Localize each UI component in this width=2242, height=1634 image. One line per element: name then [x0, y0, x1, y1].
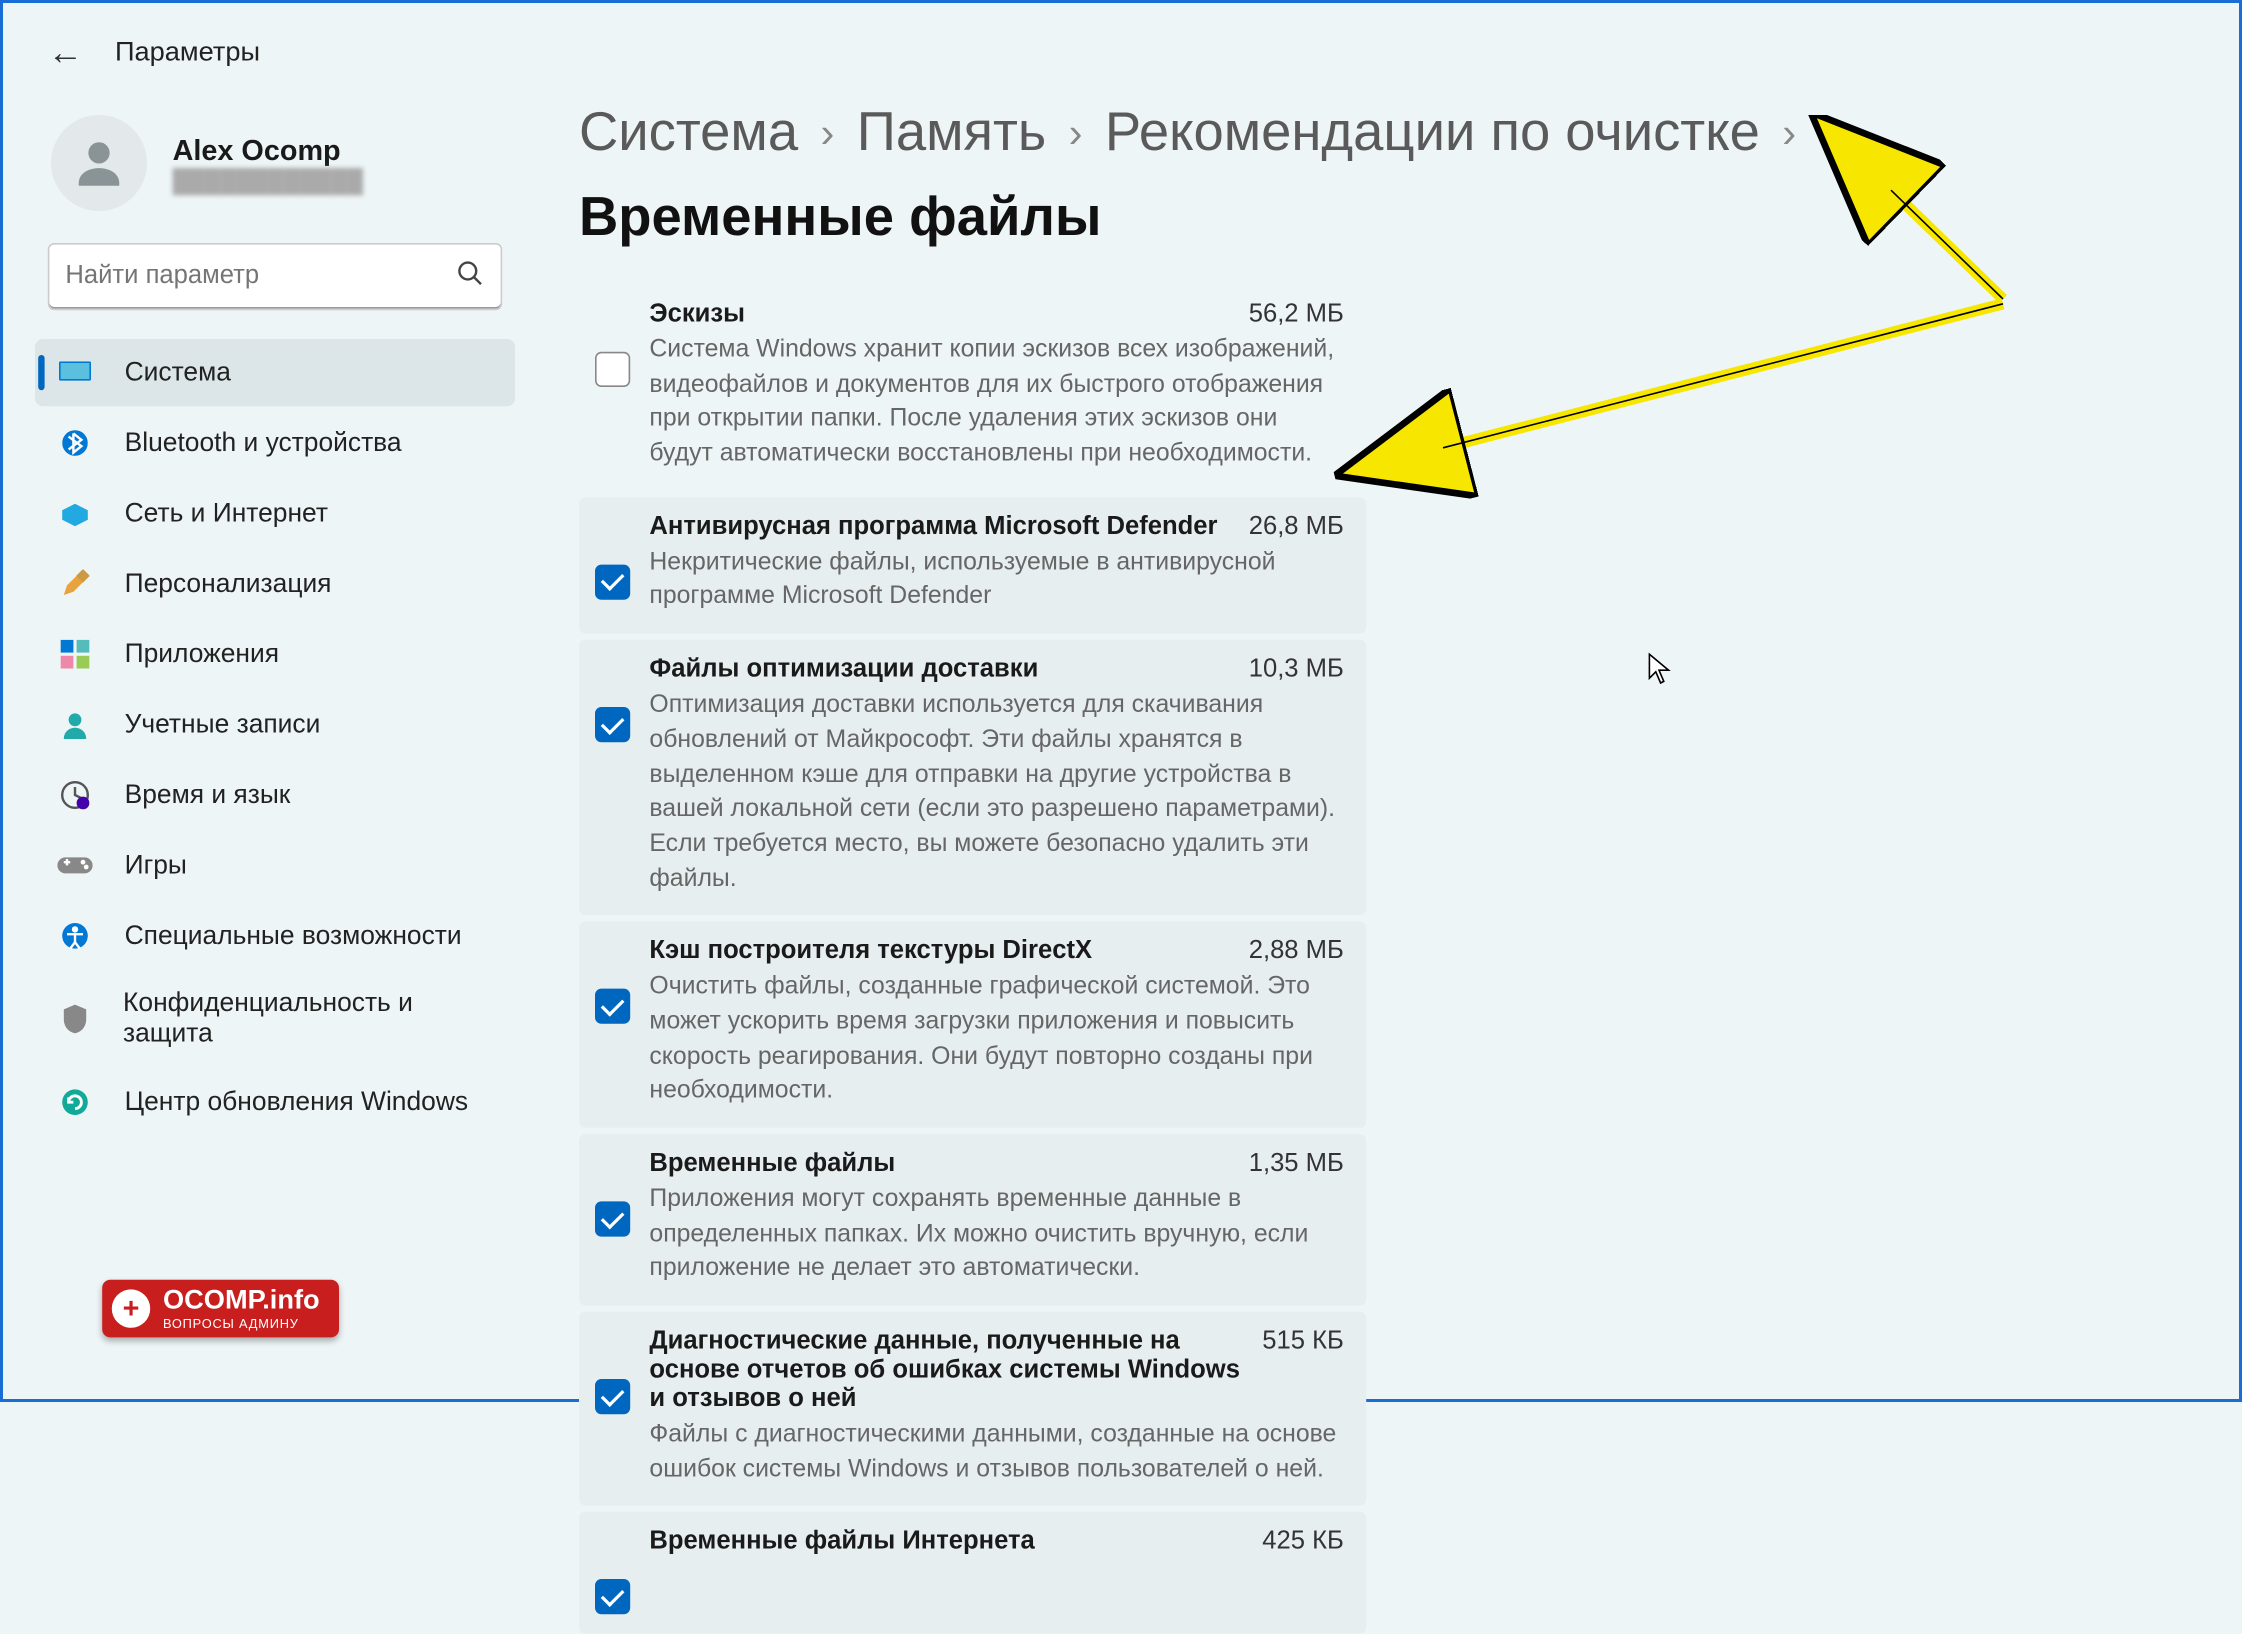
cleanup-item: Антивирусная программа Microsoft Defende…	[579, 497, 1366, 634]
profile-block[interactable]: Alex Ocomp ████████████	[35, 102, 515, 243]
accounts-icon	[57, 707, 92, 742]
sidebar-item-label: Bluetooth и устройства	[125, 428, 402, 458]
item-title: Кэш построителя текстуры DirectX	[649, 938, 1092, 967]
item-description: Очистить файлы, созданные графической си…	[649, 970, 1343, 1109]
sidebar-item-label: Центр обновления Windows	[125, 1087, 469, 1117]
checkbox[interactable]	[595, 1201, 630, 1236]
accessibility-icon	[57, 918, 92, 953]
checkbox[interactable]	[595, 564, 630, 599]
checkbox[interactable]	[595, 707, 630, 742]
bluetooth-icon	[57, 425, 92, 460]
system-icon	[57, 355, 92, 390]
checkbox[interactable]	[595, 989, 630, 1024]
update-icon	[57, 1085, 92, 1120]
breadcrumb: Система › Память › Рекомендации по очист…	[579, 102, 2197, 249]
item-size: 56,2 МБ	[1249, 301, 1344, 330]
plus-icon: +	[112, 1290, 150, 1328]
sidebar-item-personalization[interactable]: Персонализация	[35, 550, 515, 617]
item-size: 515 КБ	[1262, 1328, 1344, 1357]
gaming-icon	[57, 848, 92, 883]
sidebar-item-label: Сеть и Интернет	[125, 498, 328, 528]
network-icon	[57, 496, 92, 531]
crumb-storage[interactable]: Память	[857, 102, 1046, 164]
item-description: Некритические файлы, используемые в анти…	[649, 545, 1343, 614]
privacy-icon	[57, 1001, 91, 1036]
sidebar-item-time[interactable]: Время и язык	[35, 761, 515, 828]
search-icon	[456, 258, 485, 295]
crumb-cleanup[interactable]: Рекомендации по очистке	[1105, 102, 1760, 164]
sidebar-item-label: Время и язык	[125, 780, 291, 810]
sidebar-item-label: Персонализация	[125, 569, 332, 599]
crumb-system[interactable]: Система	[579, 102, 798, 164]
sidebar-item-apps[interactable]: Приложения	[35, 621, 515, 688]
item-size: 26,8 МБ	[1249, 513, 1344, 542]
item-title: Файлы оптимизации доставки	[649, 656, 1038, 685]
item-title: Антивирусная программа Microsoft Defende…	[649, 513, 1217, 542]
sidebar-item-accessibility[interactable]: Специальные возможности	[35, 902, 515, 969]
sidebar-item-gaming[interactable]: Игры	[35, 832, 515, 899]
sidebar-item-label: Учетные записи	[125, 709, 321, 739]
sidebar-item-system[interactable]: Система	[35, 339, 515, 406]
avatar	[51, 115, 147, 211]
checkbox[interactable]	[595, 352, 630, 387]
search-box[interactable]	[48, 243, 502, 310]
profile-name: Alex Ocomp	[173, 133, 363, 167]
item-title: Временные файлы	[649, 1150, 895, 1179]
crumb-current: Временные файлы	[579, 187, 1101, 249]
watermark: + OCOMP.info ВОПРОСЫ АДМИНУ	[102, 1280, 339, 1338]
checkbox[interactable]	[595, 1379, 630, 1414]
chevron-right-icon: ›	[1782, 109, 1796, 159]
item-size: 425 КБ	[1262, 1529, 1344, 1558]
cleanup-item: Эскизы 56,2 МБ Система Windows хранит ко…	[579, 285, 1366, 491]
item-description: Система Windows хранит копии эскизов все…	[649, 333, 1343, 472]
sidebar-item-privacy[interactable]: Конфиденциальность и защита	[35, 973, 515, 1066]
sidebar-item-label: Игры	[125, 850, 187, 880]
cleanup-item: Диагностические данные, полученные на ос…	[579, 1312, 1366, 1506]
item-description: Оптимизация доставки используется для ск…	[649, 688, 1343, 896]
search-input[interactable]	[65, 262, 455, 291]
sidebar-item-network[interactable]: Сеть и Интернет	[35, 480, 515, 547]
chevron-right-icon: ›	[1069, 109, 1083, 159]
window-title: Параметры	[115, 37, 260, 69]
cleanup-item: Временные файлы 1,35 МБ Приложения могут…	[579, 1134, 1366, 1305]
personalization-icon	[57, 566, 92, 601]
item-description: Файлы с диагностическими данными, создан…	[649, 1418, 1343, 1487]
checkbox[interactable]	[595, 1580, 630, 1615]
item-title: Эскизы	[649, 301, 745, 330]
item-title: Диагностические данные, полученные на ос…	[649, 1328, 1246, 1414]
back-button[interactable]: ←	[48, 32, 83, 74]
sidebar-item-bluetooth[interactable]: Bluetooth и устройства	[35, 409, 515, 476]
item-size: 10,3 МБ	[1249, 656, 1344, 685]
time-icon	[57, 777, 92, 812]
cleanup-item: Временные файлы Интернета 425 КБ	[579, 1513, 1366, 1634]
item-size: 2,88 МБ	[1249, 938, 1344, 967]
cleanup-item: Кэш построителя текстуры DirectX 2,88 МБ…	[579, 922, 1366, 1128]
apps-icon	[57, 637, 92, 672]
item-size: 1,35 МБ	[1249, 1150, 1344, 1179]
item-description: Приложения могут сохранять временные дан…	[649, 1182, 1343, 1286]
chevron-right-icon: ›	[821, 109, 835, 159]
item-title: Временные файлы Интернета	[649, 1529, 1034, 1558]
sidebar-item-update[interactable]: Центр обновления Windows	[35, 1069, 515, 1136]
profile-subtitle: ████████████	[173, 167, 363, 193]
sidebar-item-accounts[interactable]: Учетные записи	[35, 691, 515, 758]
sidebar-item-label: Конфиденциальность и защита	[123, 989, 493, 1050]
sidebar-item-label: Приложения	[125, 639, 279, 669]
sidebar-item-label: Система	[125, 357, 231, 387]
sidebar-item-label: Специальные возможности	[125, 921, 462, 951]
cleanup-item: Файлы оптимизации доставки 10,3 МБ Оптим…	[579, 640, 1366, 915]
